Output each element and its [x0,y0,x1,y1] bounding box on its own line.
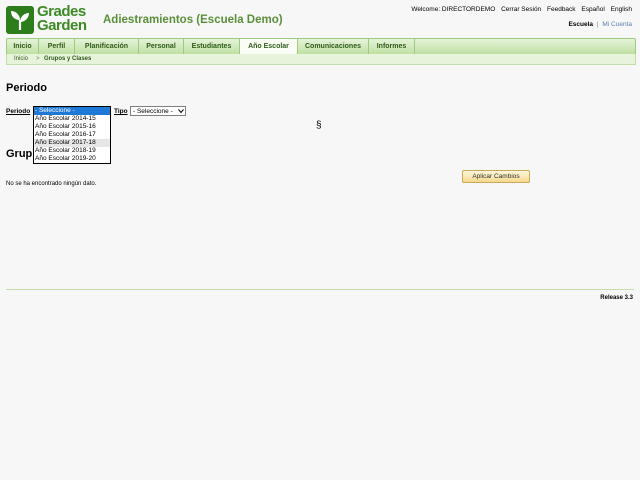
breadcrumb-current: Grupos y Clases [44,56,92,62]
feedback-link[interactable]: Feedback [547,6,576,13]
groups-title: Grup [6,148,33,160]
tipo-label: Tipo [114,108,128,115]
nav-item-inicio[interactable]: Inicio [7,39,39,54]
spanish-link[interactable]: Español [581,6,605,13]
periodo-option[interactable]: Año Escolar 2018-19 [34,147,110,155]
periodo-option[interactable]: - Seleccione - [34,107,110,115]
periodo-label: Periodo [6,108,31,115]
school-links: Escuela | Mi Cuenta [568,21,632,28]
periodo-dropdown-list[interactable]: - Seleccione - Año Escolar 2014-15 Año E… [33,106,111,164]
nav-item-perfil[interactable]: Perfil [39,39,75,54]
apply-changes-button[interactable]: Aplicar Cambios [462,170,530,183]
my-account-link[interactable]: Mi Cuenta [602,21,632,28]
breadcrumb-home[interactable]: Inicio [14,54,28,64]
release-version: Release 3.3 [600,295,633,301]
periodo-option[interactable]: Año Escolar 2015-16 [34,123,110,131]
school-links-separator: | [596,21,599,28]
periodo-option[interactable]: Año Escolar 2017-18 [34,139,110,147]
tipo-select[interactable]: - Seleccione - [130,106,186,116]
chevron-down-icon [178,107,184,119]
periodo-option[interactable]: Año Escolar 2014-15 [34,115,110,123]
nav-item-planificacion[interactable]: Planificación [75,39,139,54]
logo-text-line2: Garden [37,17,87,34]
grades-garden-logo[interactable]: Grades Garden [6,4,94,36]
english-link[interactable]: English [611,6,632,13]
periodo-option[interactable]: Año Escolar 2019-20 [34,155,110,163]
nav-item-estudiantes[interactable]: Estudiantes [184,39,240,54]
section-mark: § [316,120,322,131]
leaf-icon [6,6,34,34]
top-links: Welcome: DIRECTORDEMO Cerrar Sesión Feed… [407,6,632,13]
main-nav: Inicio Perfil Planificación Personal Est… [6,38,636,55]
tipo-select-value: - Seleccione - [133,108,173,115]
welcome-text: Welcome: DIRECTORDEMO [411,6,496,13]
nav-item-personal[interactable]: Personal [139,39,184,54]
page-title: Periodo [6,82,47,94]
footer-divider [6,289,634,290]
school-link[interactable]: Escuela [568,21,593,28]
no-data-message: No se ha encontrado ningún dato. [6,181,97,187]
logout-link[interactable]: Cerrar Sesión [501,6,541,13]
periodo-option[interactable]: Año Escolar 2016-17 [34,131,110,139]
breadcrumb-separator: > [36,56,40,62]
nav-item-comunicaciones[interactable]: Comunicaciones [298,39,369,54]
nav-item-informes[interactable]: Informes [369,39,415,54]
school-title: Adiestramientos (Escuela Demo) [103,14,283,26]
nav-item-ano-escolar[interactable]: Año Escolar [240,39,298,54]
breadcrumb: Inicio > Grupos y Clases [6,54,636,65]
